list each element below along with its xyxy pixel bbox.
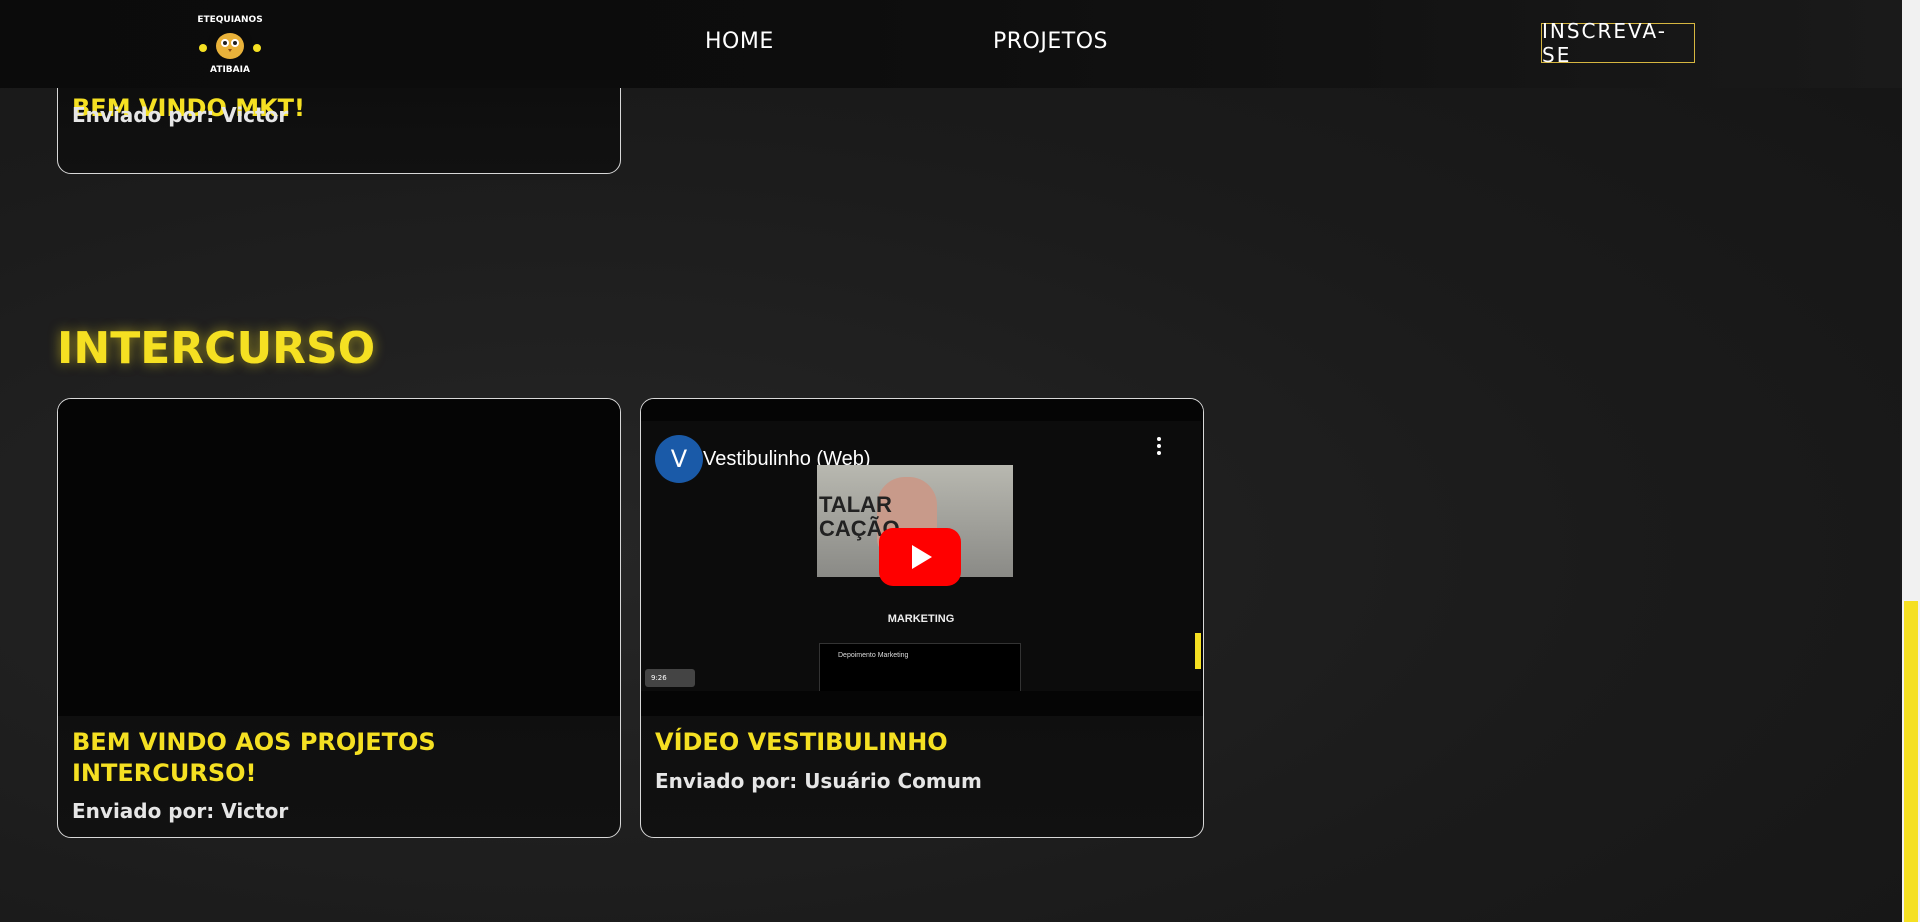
depo-preview: Depoimento Marketing <box>819 643 1021 691</box>
card-author: Enviado por: Victor <box>72 103 289 127</box>
page: BEM VINDO MKT! Enviado por: Victor ETEQU… <box>0 0 1902 922</box>
card-title: BEM VINDO AOS PROJETOS INTERCURSO! <box>72 728 436 787</box>
video-section-label: MARKETING <box>887 613 955 625</box>
card-media-empty <box>58 399 620 716</box>
nav-projetos[interactable]: PROJETOS <box>993 29 1108 54</box>
svg-text:ATIBAIA: ATIBAIA <box>210 65 250 75</box>
site-header: ETEQUIANOS ATIBAIA HOME PROJETOS INSCREV… <box>0 0 1902 88</box>
more-options-icon[interactable] <box>1157 437 1161 459</box>
accent-edge <box>1195 633 1201 669</box>
project-card-video[interactable]: V Vestibulinho (Web) TALAR CAÇÃO MARKETIN… <box>640 398 1204 838</box>
etequianos-logo[interactable]: ETEQUIANOS ATIBAIA <box>190 8 270 78</box>
nav-home[interactable]: HOME <box>705 29 774 54</box>
depo-label: Depoimento Marketing <box>838 652 909 659</box>
channel-avatar[interactable]: V <box>655 435 703 483</box>
card-author: Enviado por: Victor <box>72 799 289 823</box>
card-author: Enviado por: Usuário Comum <box>655 769 982 793</box>
youtube-embed[interactable]: V Vestibulinho (Web) TALAR CAÇÃO MARKETIN… <box>641 421 1201 691</box>
section-title-intercurso: INTERCURSO <box>57 323 376 374</box>
svg-text:ETEQUIANOS: ETEQUIANOS <box>197 15 262 25</box>
video-time: 9:26 <box>645 669 695 687</box>
scrollbar-thumb[interactable] <box>1904 601 1918 922</box>
card-media: V Vestibulinho (Web) TALAR CAÇÃO MARKETIN… <box>641 399 1203 716</box>
play-button[interactable] <box>879 528 961 586</box>
card-title: VÍDEO VESTIBULINHO <box>655 728 948 756</box>
project-card-intercurso[interactable]: BEM VINDO AOS PROJETOS INTERCURSO! Envia… <box>57 398 621 838</box>
page-scrollbar[interactable] <box>1902 0 1920 922</box>
play-icon <box>912 545 932 569</box>
signup-button[interactable]: INSCREVA-SE <box>1541 19 1695 67</box>
